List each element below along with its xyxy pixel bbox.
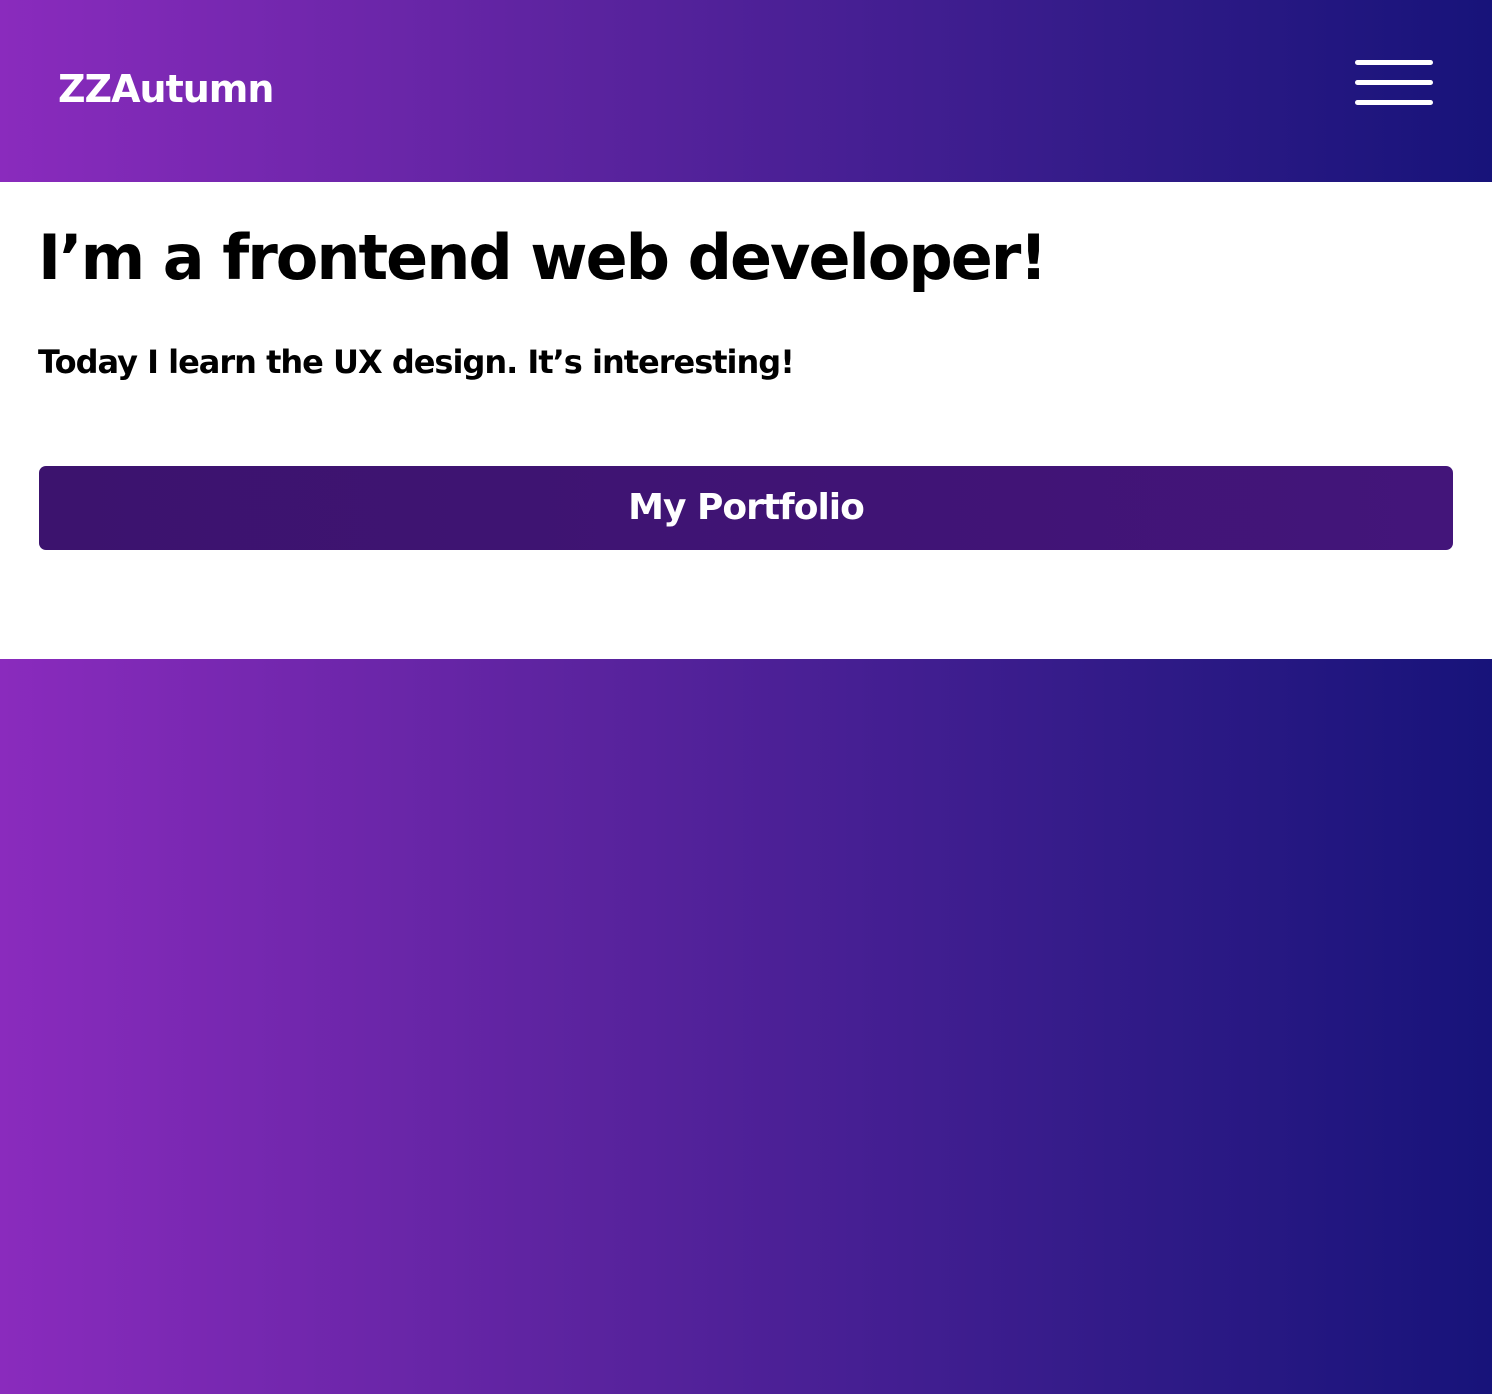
menu-bar-top	[1355, 60, 1433, 65]
menu-bar-bottom	[1355, 100, 1433, 105]
menu-bar-middle	[1355, 80, 1433, 85]
site-header: ZZAutumn	[0, 0, 1492, 182]
gradient-section	[0, 659, 1492, 1394]
hamburger-menu-icon[interactable]	[1352, 56, 1436, 110]
hero-headline: I’m a frontend web developer!	[38, 221, 1048, 294]
hero-subtext: Today I learn the UX design. It’s intere…	[38, 343, 795, 381]
site-logo[interactable]: ZZAutumn	[58, 62, 274, 116]
portfolio-button[interactable]: My Portfolio	[39, 466, 1453, 550]
